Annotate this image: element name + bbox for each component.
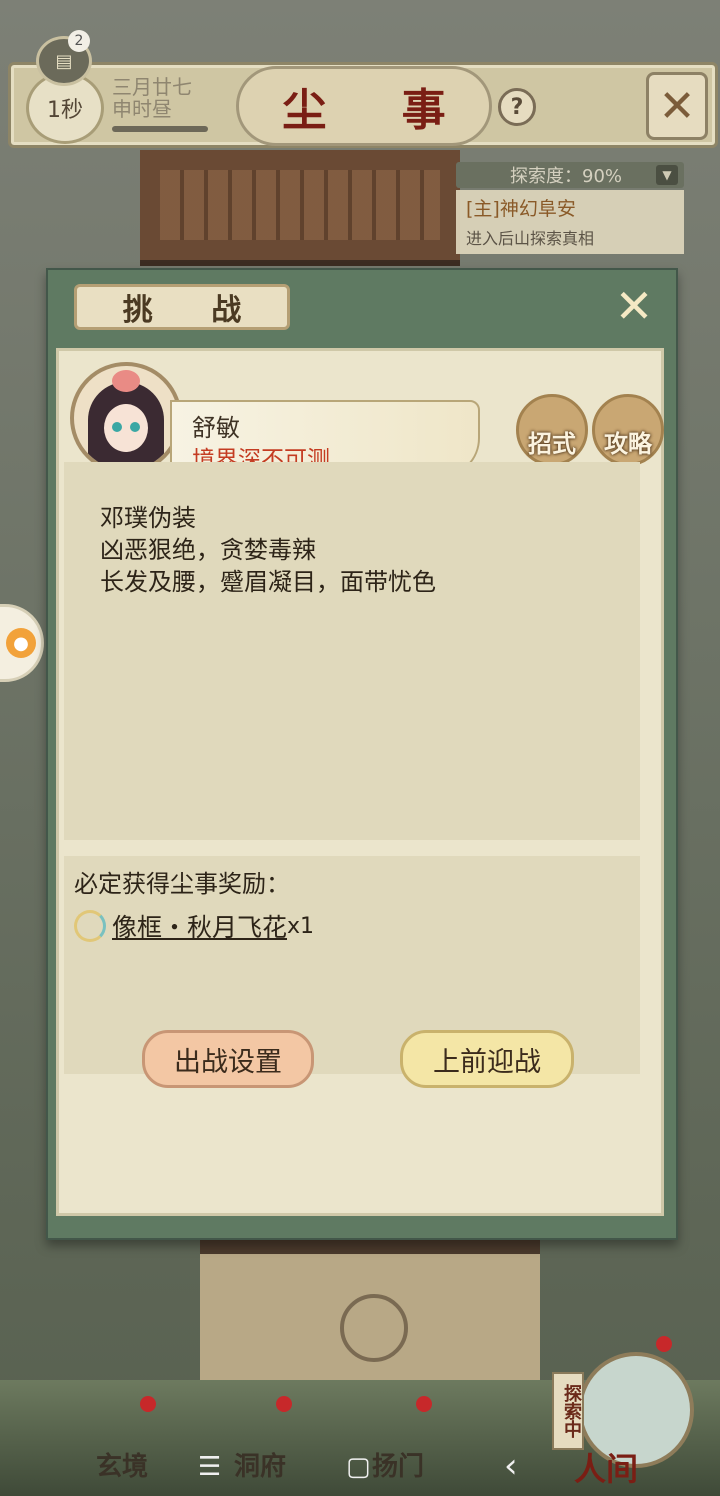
chevron-down-icon[interactable]: ▼ bbox=[656, 165, 678, 185]
menu-icon[interactable]: ☰ bbox=[198, 1452, 221, 1482]
flower-icon bbox=[112, 370, 140, 392]
frame-icon bbox=[74, 910, 106, 942]
quest-title: [主]神幻阜安 bbox=[466, 198, 576, 220]
reward-item[interactable]: 像框・秋月飞花 x1 bbox=[74, 908, 314, 944]
chat-count-badge: 2 bbox=[68, 30, 90, 52]
close-page-button[interactable]: ✕ bbox=[646, 72, 708, 140]
dialog-close-icon[interactable]: ✕ bbox=[612, 279, 656, 333]
npc-avatar[interactable] bbox=[70, 362, 182, 474]
exploring-tag: 探索中 bbox=[552, 1372, 584, 1450]
notification-dot bbox=[276, 1396, 292, 1412]
guide-button[interactable]: 攻略 bbox=[592, 394, 664, 466]
game-date: 三月廿七 申时昼 bbox=[112, 76, 192, 120]
explore-progress[interactable]: 探索度：90% ▼ bbox=[456, 162, 684, 188]
quest-description: 进入后山探索真相 bbox=[466, 229, 595, 248]
explore-label: 探索度：90% bbox=[510, 166, 623, 187]
guide-label: 攻略 bbox=[604, 430, 652, 458]
reward-item-name[interactable]: 像框・秋月飞花 bbox=[112, 908, 287, 944]
npc-description-box: 邓璞伪装 凶恶狠绝，贪婪毒辣 长发及腰，蹙眉凝目，面带忧色 bbox=[64, 462, 640, 840]
dialog-title: 挑 战 bbox=[74, 284, 290, 330]
moves-label: 招式 bbox=[528, 430, 576, 458]
moves-button[interactable]: 招式 bbox=[516, 394, 588, 466]
notification-dot bbox=[416, 1396, 432, 1412]
description-line: 长发及腰，蹙眉凝目，面带忧色 bbox=[100, 568, 436, 596]
quest-tracker[interactable]: [主]神幻阜安 进入后山探索真相 bbox=[456, 190, 684, 254]
page-title: 尘 事 bbox=[282, 85, 476, 136]
reward-item-quantity: x1 bbox=[287, 913, 315, 939]
scene-hall bbox=[200, 1240, 540, 1394]
home-icon[interactable]: ▢ bbox=[346, 1452, 371, 1482]
battle-setup-button[interactable]: 出战设置 bbox=[142, 1030, 314, 1088]
pet-icon: ● bbox=[6, 628, 36, 658]
reward-title: 必定获得尘事奖励： bbox=[74, 870, 290, 898]
npc-card: 舒敏 境界深不可测 bbox=[66, 352, 506, 478]
description-line: 邓璞伪装 bbox=[100, 504, 196, 532]
time-progress-bar bbox=[112, 126, 208, 132]
page-title-plate: 尘 事 bbox=[236, 66, 492, 146]
npc-name: 舒敏 bbox=[192, 414, 240, 442]
date-time: 申时昼 bbox=[112, 97, 172, 121]
notification-dot bbox=[656, 1336, 672, 1352]
accept-challenge-button[interactable]: 上前迎战 bbox=[400, 1030, 574, 1088]
scene-building bbox=[140, 150, 460, 266]
description-line: 凶恶狠绝，贪婪毒辣 bbox=[100, 536, 316, 564]
challenge-dialog: 挑 战 ✕ 舒敏 境界深不可测 招式 攻略 邓璞伪装 凶恶狠绝，贪婪毒辣 长发及… bbox=[46, 268, 678, 1240]
date-day: 三月廿七 bbox=[112, 75, 192, 99]
help-button[interactable]: ? bbox=[498, 88, 536, 126]
back-icon[interactable]: ‹ bbox=[504, 1446, 518, 1486]
notification-dot bbox=[140, 1396, 156, 1412]
